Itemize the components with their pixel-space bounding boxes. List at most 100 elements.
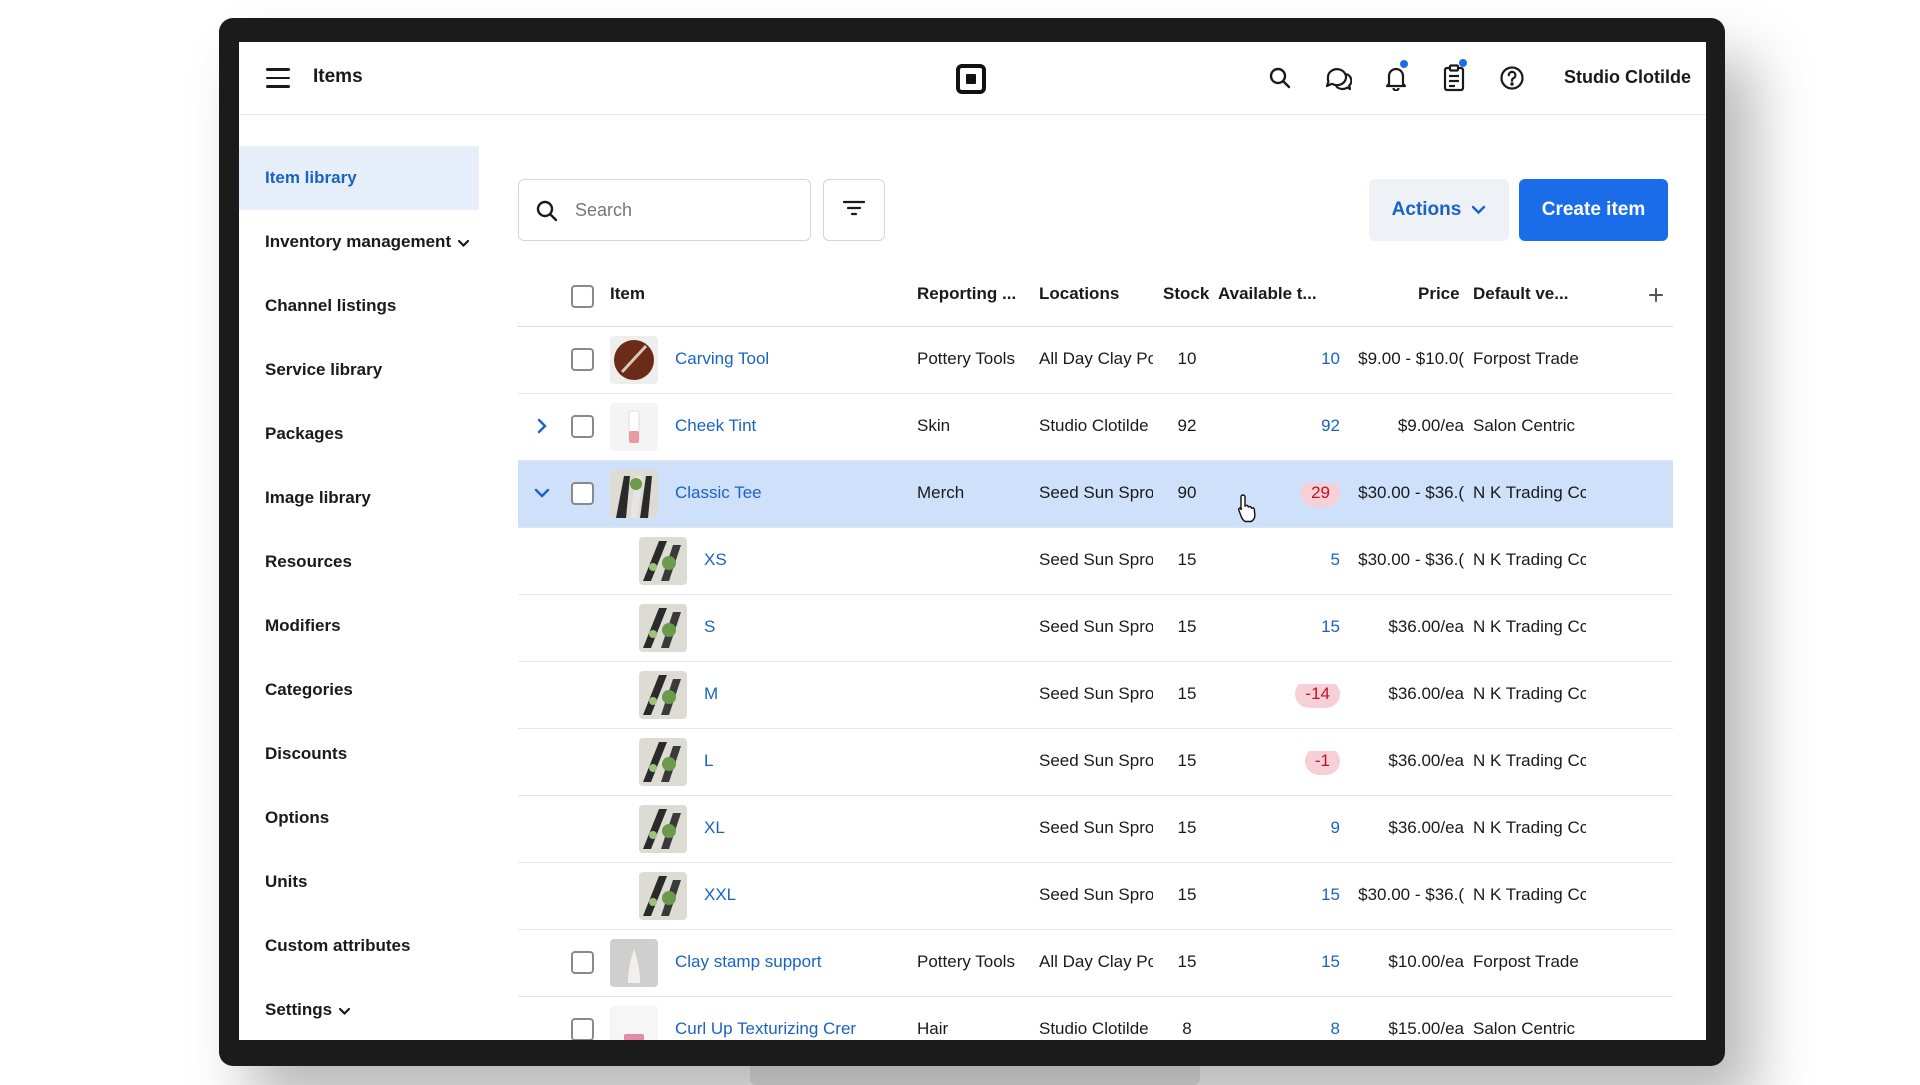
available-count[interactable]: 92 xyxy=(1321,416,1340,435)
variation-name-link[interactable]: XS xyxy=(704,550,894,570)
sidebar-item-channel-listings[interactable]: Channel listings xyxy=(239,274,479,338)
row-checkbox[interactable] xyxy=(571,348,594,371)
variation-name-link[interactable]: XL xyxy=(704,818,894,838)
location: Studio Clotilde xyxy=(1039,416,1149,435)
search-placeholder: Search xyxy=(575,200,633,220)
create-item-button[interactable]: Create item xyxy=(1519,179,1668,241)
table-row[interactable]: Cheek Tint Skin Studio Clotilde 92 92 $9… xyxy=(518,394,1673,461)
available-low-badge[interactable]: 29 xyxy=(1301,483,1340,507)
actions-dropdown-button[interactable]: Actions xyxy=(1369,179,1509,241)
available-count[interactable]: 10 xyxy=(1321,349,1340,368)
tasks-dot xyxy=(1459,59,1467,67)
variation-name-link[interactable]: M xyxy=(704,684,894,704)
add-column-icon[interactable] xyxy=(1643,282,1669,308)
table-row[interactable]: Carving Tool Pottery Tools All Day Clay … xyxy=(518,327,1673,394)
col-item[interactable]: Item xyxy=(610,284,645,304)
available-count[interactable]: 15 xyxy=(1321,952,1340,971)
price: $15.00/ea xyxy=(1388,1019,1464,1038)
variation-row[interactable]: XXL Seed Sun Spro 15 15 $30.00 - $36.( N… xyxy=(518,863,1673,930)
available-count[interactable]: 8 xyxy=(1331,1019,1340,1038)
filter-button[interactable] xyxy=(823,179,885,241)
vendor: N K Trading Cc xyxy=(1473,550,1586,569)
sidebar-item-options[interactable]: Options xyxy=(239,786,479,850)
sidebar-item-item-library[interactable]: Item library xyxy=(239,146,479,210)
col-locations[interactable]: Locations xyxy=(1039,284,1119,304)
item-name-link[interactable]: Carving Tool xyxy=(675,349,900,369)
search-input[interactable]: Search xyxy=(518,179,811,241)
reporting-category: Pottery Tools xyxy=(917,349,1015,368)
table-header: Item Reporting ... Locations Stock Avail… xyxy=(518,264,1673,327)
item-thumbnail xyxy=(610,470,658,518)
location: Seed Sun Spro xyxy=(1039,483,1153,502)
table-row[interactable]: Clay stamp support Pottery Tools All Day… xyxy=(518,930,1673,997)
price: $36.00/ea xyxy=(1388,751,1464,770)
variation-name-link[interactable]: S xyxy=(704,617,894,637)
row-checkbox[interactable] xyxy=(571,951,594,974)
variation-row[interactable]: XS Seed Sun Spro 15 5 $30.00 - $36.( N K… xyxy=(518,528,1673,595)
help-circle-icon[interactable] xyxy=(1496,62,1528,94)
row-checkbox[interactable] xyxy=(571,415,594,438)
sidebar-item-service-library[interactable]: Service library xyxy=(239,338,479,402)
sidebar-item-units[interactable]: Units xyxy=(239,850,479,914)
clipboard-icon[interactable] xyxy=(1438,59,1470,94)
item-name-link[interactable]: Cheek Tint xyxy=(675,416,900,436)
available-count[interactable]: 15 xyxy=(1321,885,1340,904)
item-thumbnail xyxy=(610,403,658,451)
sidebar-item-modifiers[interactable]: Modifiers xyxy=(239,594,479,658)
stock: 92 xyxy=(1177,416,1197,435)
col-vendor[interactable]: Default ve... xyxy=(1473,284,1568,304)
sidebar-item-image-library[interactable]: Image library xyxy=(239,466,479,530)
select-all-checkbox[interactable] xyxy=(571,285,594,308)
available-negative-badge[interactable]: -14 xyxy=(1295,684,1340,708)
available-count[interactable]: 5 xyxy=(1331,550,1340,569)
price: $30.00 - $36.( xyxy=(1358,550,1464,569)
square-logo-icon[interactable] xyxy=(956,64,986,94)
reporting-category: Skin xyxy=(917,416,951,435)
hamburger-menu-icon[interactable] xyxy=(266,68,290,88)
variation-thumbnail xyxy=(639,805,687,853)
variation-thumbnail xyxy=(639,604,687,652)
row-checkbox[interactable] xyxy=(571,1018,594,1040)
available-count[interactable]: 9 xyxy=(1331,818,1340,837)
variation-name-link[interactable]: XXL xyxy=(704,885,894,905)
variation-row[interactable]: M Seed Sun Spro 15 -14 $36.00/ea N K Tra… xyxy=(518,662,1673,729)
location: Seed Sun Spro xyxy=(1039,885,1153,904)
item-name-link[interactable]: Clay stamp support xyxy=(675,952,900,972)
stock: 8 xyxy=(1182,1019,1192,1038)
vendor: N K Trading Cc xyxy=(1473,483,1586,502)
variation-row[interactable]: L Seed Sun Spro 15 -1 $36.00/ea N K Trad… xyxy=(518,729,1673,796)
table-row-selected[interactable]: Classic Tee Merch Seed Sun Spro 90 29 $3… xyxy=(518,461,1673,528)
sidebar-item-resources[interactable]: Resources xyxy=(239,530,479,594)
location: Seed Sun Spro xyxy=(1039,617,1153,636)
item-name-link[interactable]: Classic Tee xyxy=(675,483,900,503)
vendor: N K Trading Cc xyxy=(1473,885,1586,904)
chat-bubbles-icon[interactable] xyxy=(1322,62,1354,94)
sidebar-item-packages[interactable]: Packages xyxy=(239,402,479,466)
price: $30.00 - $36.( xyxy=(1358,885,1464,904)
table-row[interactable]: Curl Up Texturizing Crer Hair Studio Clo… xyxy=(518,997,1673,1040)
sidebar-item-discounts[interactable]: Discounts xyxy=(239,722,479,786)
col-available[interactable]: Available t... xyxy=(1218,284,1317,304)
vendor: N K Trading Cc xyxy=(1473,684,1586,703)
col-stock[interactable]: Stock xyxy=(1163,284,1209,304)
sidebar-item-categories[interactable]: Categories xyxy=(239,658,479,722)
bell-icon[interactable] xyxy=(1380,60,1412,94)
available-negative-badge[interactable]: -1 xyxy=(1304,751,1340,775)
sidebar-item-custom-attributes[interactable]: Custom attributes xyxy=(239,914,479,978)
chevron-down-icon[interactable] xyxy=(532,483,552,503)
sidebar-item-settings[interactable]: Settings xyxy=(239,978,479,1040)
account-name[interactable]: Studio Clotilde xyxy=(1564,67,1691,88)
variation-row[interactable]: XL Seed Sun Spro 15 9 $36.00/ea N K Trad… xyxy=(518,796,1673,863)
row-checkbox[interactable] xyxy=(571,482,594,505)
stock: 15 xyxy=(1177,550,1197,569)
available-count[interactable]: 15 xyxy=(1321,617,1340,636)
search-icon[interactable] xyxy=(1264,62,1296,94)
price: $9.00/ea xyxy=(1397,416,1464,435)
variation-row[interactable]: S Seed Sun Spro 15 15 $36.00/ea N K Trad… xyxy=(518,595,1673,662)
variation-name-link[interactable]: L xyxy=(704,751,894,771)
item-name-link[interactable]: Curl Up Texturizing Crer xyxy=(675,1019,857,1039)
chevron-right-icon[interactable] xyxy=(532,416,552,436)
col-reporting[interactable]: Reporting ... xyxy=(917,284,1016,304)
col-price[interactable]: Price xyxy=(1418,284,1460,304)
sidebar-item-inventory-management[interactable]: Inventory management xyxy=(239,210,479,274)
